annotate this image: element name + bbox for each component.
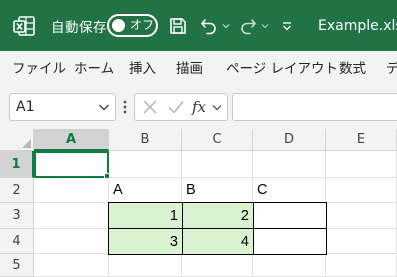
column-header-b[interactable]: B <box>109 129 182 151</box>
excel-icon <box>12 0 38 51</box>
cell-a4[interactable] <box>34 229 109 254</box>
autosave-label: 自動保存 <box>51 19 107 36</box>
row-header-5[interactable]: 5 <box>0 254 34 277</box>
cell-b4[interactable]: 3 <box>108 228 183 255</box>
row-header-4[interactable]: 4 <box>0 229 34 254</box>
tab-page-layout[interactable]: ページ レイアウト <box>226 51 338 87</box>
cancel-icon[interactable] <box>141 98 159 116</box>
ribbon-tabs: ファイル ホーム 挿入 描画 ページ レイアウト 数式 デ <box>0 51 397 87</box>
tab-formulas[interactable]: 数式 <box>339 51 366 87</box>
tab-data[interactable]: デ <box>386 51 397 87</box>
more-options-icon[interactable] <box>121 93 129 121</box>
fill-handle[interactable] <box>104 173 110 179</box>
title-bar: 自動保存 オフ Example.xlsm <box>0 0 397 51</box>
tab-home[interactable]: ホーム <box>74 51 114 87</box>
row-header-1[interactable]: 1 <box>0 151 34 178</box>
customize-qat-icon[interactable] <box>281 0 295 51</box>
document-title: Example.xlsm <box>318 17 397 34</box>
cell-a5[interactable] <box>34 255 109 277</box>
chevron-down-icon[interactable] <box>212 94 224 120</box>
name-box[interactable]: A1 <box>9 93 116 121</box>
column-header-d[interactable]: D <box>253 129 326 151</box>
redo-icon[interactable] <box>238 0 260 51</box>
undo-icon[interactable] <box>199 0 221 51</box>
cell-c3[interactable]: 2 <box>182 202 254 229</box>
formula-input[interactable] <box>232 93 397 121</box>
cell-e2[interactable] <box>326 178 397 203</box>
cell-b5[interactable] <box>109 255 182 277</box>
tab-file[interactable]: ファイル <box>12 51 66 87</box>
cell-c1[interactable] <box>182 151 253 178</box>
cell-b2[interactable]: A <box>109 178 182 203</box>
cell-d1[interactable] <box>253 151 326 178</box>
active-cell-border <box>34 151 109 178</box>
chevron-down-icon[interactable] <box>261 0 269 51</box>
cell-c2[interactable]: B <box>182 178 253 203</box>
cell-d4[interactable] <box>253 228 327 255</box>
name-box-value: A1 <box>16 99 35 115</box>
cell-d2[interactable]: C <box>253 178 326 203</box>
cell-b3[interactable]: 1 <box>108 202 183 229</box>
save-icon[interactable] <box>168 0 190 51</box>
select-all-button[interactable] <box>0 129 34 151</box>
cell-d5[interactable] <box>253 255 326 277</box>
cell-c4[interactable]: 4 <box>182 228 254 255</box>
chevron-down-icon[interactable] <box>222 0 230 51</box>
cell-e5[interactable] <box>326 255 397 277</box>
cell-a3[interactable] <box>34 203 109 229</box>
insert-function-button[interactable]: fx <box>192 94 206 120</box>
autosave-toggle[interactable]: オフ <box>107 14 158 37</box>
tab-insert[interactable]: 挿入 <box>129 51 156 87</box>
formula-bar: A1 fx <box>0 87 397 129</box>
cell-e3[interactable] <box>327 203 397 229</box>
tab-draw[interactable]: 描画 <box>176 51 203 87</box>
autosave-state: オフ <box>130 18 155 32</box>
cell-b1[interactable] <box>109 151 182 178</box>
chevron-down-icon[interactable] <box>97 94 111 120</box>
formula-tools: fx <box>134 93 228 121</box>
cell-d3[interactable] <box>253 202 327 229</box>
row-header-2[interactable]: 2 <box>0 178 34 203</box>
cell-a2[interactable] <box>34 178 109 203</box>
column-header-a[interactable]: A <box>34 129 109 151</box>
enter-icon[interactable] <box>167 98 185 116</box>
spreadsheet-grid: A B C D E 1 2 3 4 5 A B C 1 2 3 4 <box>0 129 397 277</box>
column-header-c[interactable]: C <box>182 129 253 151</box>
toggle-knob <box>112 19 125 32</box>
cell-e1[interactable] <box>326 151 397 178</box>
cell-e4[interactable] <box>327 229 397 254</box>
column-header-e[interactable]: E <box>326 129 397 151</box>
cell-c5[interactable] <box>182 255 253 277</box>
row-header-3[interactable]: 3 <box>0 203 34 229</box>
